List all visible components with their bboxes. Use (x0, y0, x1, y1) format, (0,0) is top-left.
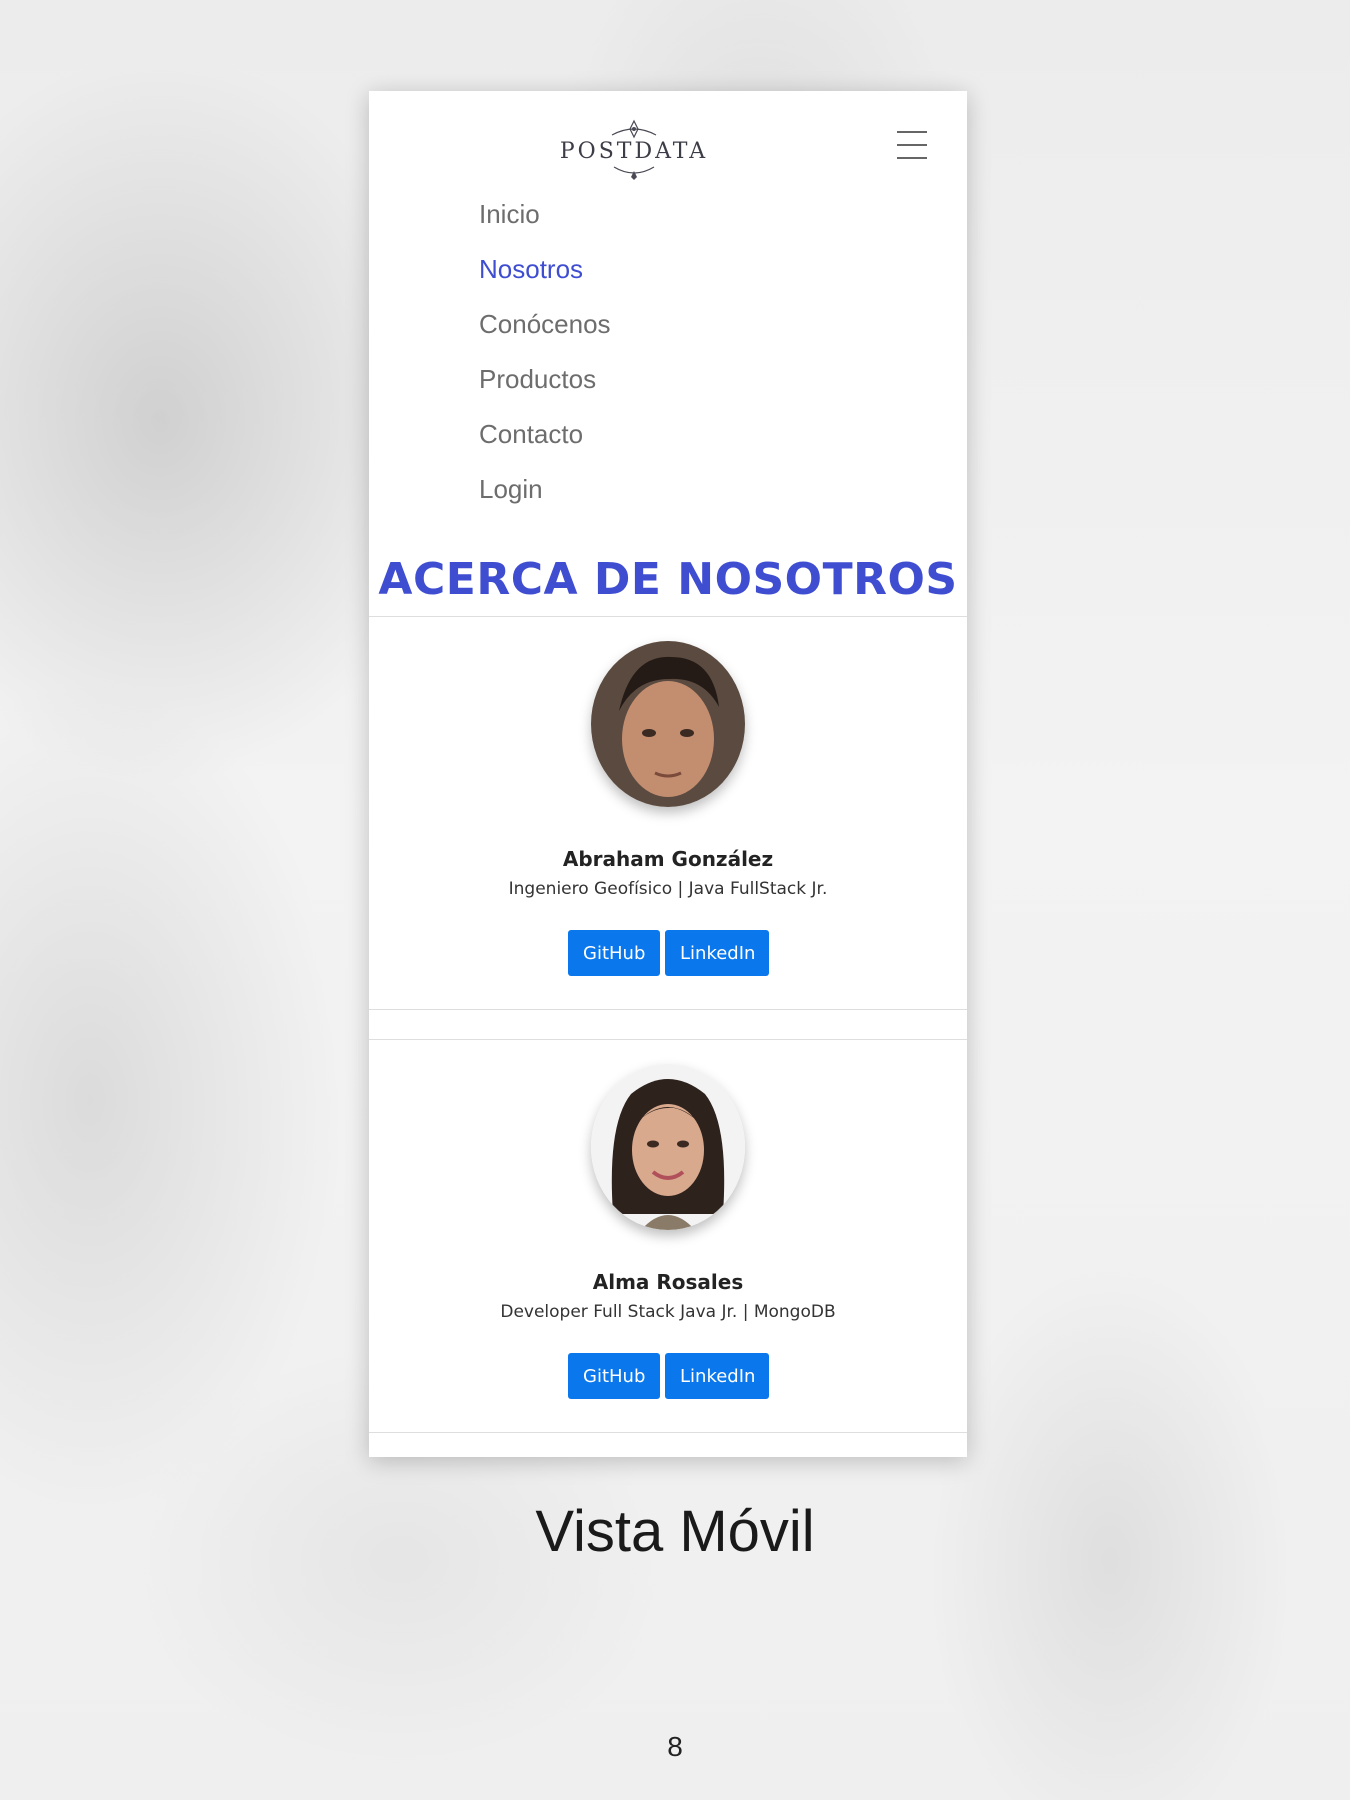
team-member-name: Abraham González (562, 847, 774, 871)
navbar: POSTDATA (369, 91, 967, 211)
hamburger-line (897, 144, 927, 146)
avatar-photo (591, 1064, 745, 1230)
logo-ornament-icon (611, 119, 657, 139)
nav-item-contacto[interactable]: Contacto (479, 407, 611, 462)
team-card: Abraham González Ingeniero Geofísico | J… (369, 616, 967, 1010)
nav-item-login[interactable]: Login (479, 462, 611, 517)
nav-item-inicio[interactable]: Inicio (479, 187, 611, 242)
team-member-role: Developer Full Stack Java Jr. | MongoDB (500, 1302, 836, 1322)
mobile-screenshot: POSTDATA Inicio Nosotros Conócenos Produ… (369, 91, 967, 1457)
team-member-name: Alma Rosales (592, 1270, 744, 1294)
team-member-role: Ingeniero Geofísico | Java FullStack Jr. (508, 879, 828, 899)
figure-caption: Vista Móvil (535, 1499, 815, 1564)
social-buttons: GitHub LinkedIn (568, 930, 769, 976)
logo-flourish-icon (613, 166, 655, 180)
brand-name: POSTDATA (559, 139, 709, 164)
team-card: Alma Rosales Developer Full Stack Java J… (369, 1039, 967, 1433)
nav-item-nosotros[interactable]: Nosotros (479, 242, 611, 297)
avatar-photo (591, 641, 745, 807)
linkedin-button[interactable]: LinkedIn (665, 930, 769, 976)
hamburger-line (897, 131, 927, 133)
hamburger-line (897, 157, 927, 159)
page-title: ACERCA DE NOSOTROS (378, 554, 958, 606)
social-buttons: GitHub LinkedIn (568, 1353, 769, 1399)
github-button[interactable]: GitHub (568, 930, 660, 976)
linkedin-button[interactable]: LinkedIn (665, 1353, 769, 1399)
brand-logo[interactable]: POSTDATA (554, 113, 714, 187)
page-number: 8 (667, 1731, 683, 1762)
hamburger-menu-icon[interactable] (897, 131, 929, 159)
nav-item-productos[interactable]: Productos (479, 352, 611, 407)
nav-item-conocenos[interactable]: Conócenos (479, 297, 611, 352)
github-button[interactable]: GitHub (568, 1353, 660, 1399)
mobile-nav-menu: Inicio Nosotros Conócenos Productos Cont… (479, 187, 611, 517)
